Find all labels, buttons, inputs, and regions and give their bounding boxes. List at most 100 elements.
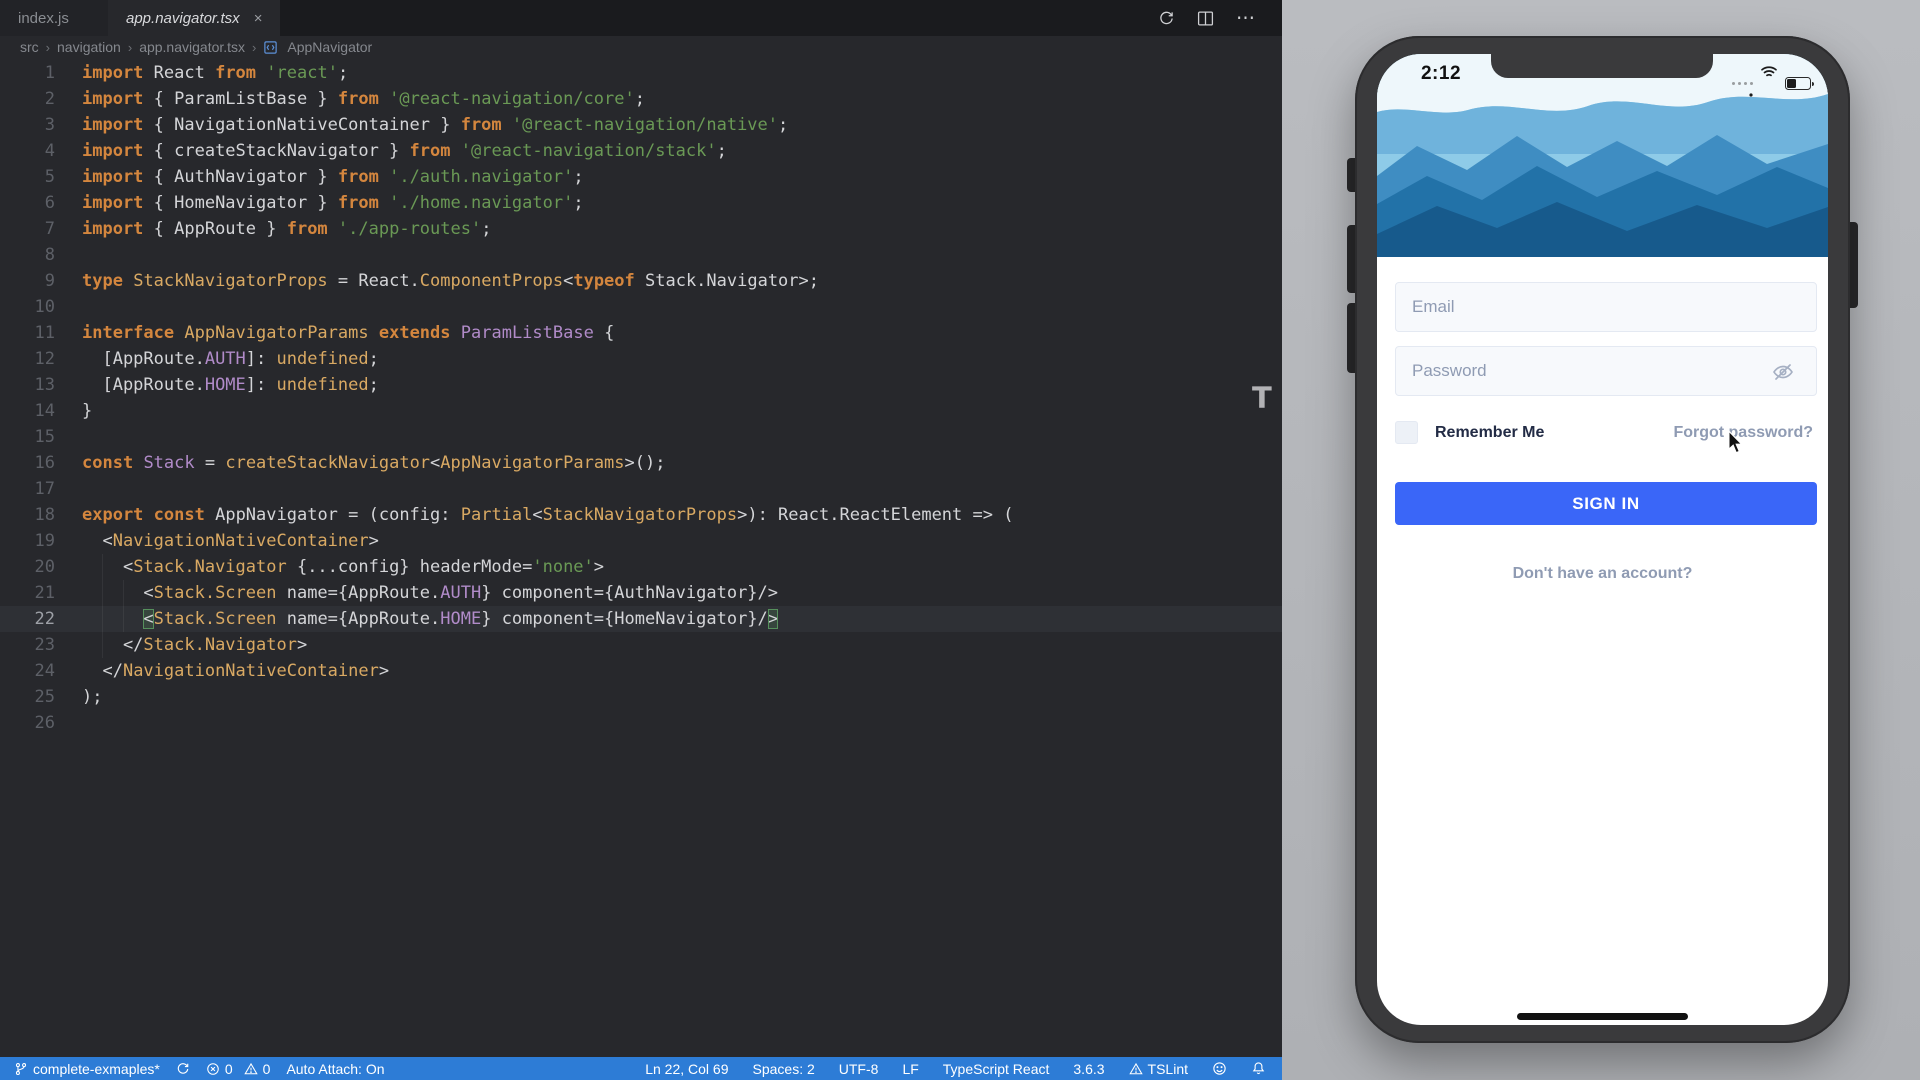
tab-app-navigator-tsx[interactable]: app.navigator.tsx × <box>108 0 280 36</box>
ts-version-status[interactable]: 3.6.3 <box>1073 1061 1104 1077</box>
remember-me-checkbox[interactable] <box>1395 421 1418 444</box>
overlay-character: T <box>1252 381 1272 415</box>
phone-power-button <box>1849 222 1858 308</box>
code-area[interactable]: 1import React from 'react';2import { Par… <box>0 60 1282 736</box>
sync-icon[interactable] <box>1158 10 1175 27</box>
no-account-link[interactable]: Don't have an account? <box>1377 565 1828 583</box>
code-line: 11interface AppNavigatorParams extends P… <box>0 320 1282 346</box>
tab-label: index.js <box>18 10 69 27</box>
code-line: 22 <Stack.Screen name={AppRoute.HOME} co… <box>0 606 1282 632</box>
line-number: 6 <box>0 190 55 216</box>
remember-me-label: Remember Me <box>1435 424 1544 442</box>
error-icon <box>206 1062 220 1076</box>
ios-clock: 2:12 <box>1411 63 1471 85</box>
code-line: 14} <box>0 398 1282 424</box>
code-line: 24 </NavigationNativeContainer> <box>0 658 1282 684</box>
breadcrumb-item-file[interactable]: app.navigator.tsx <box>139 39 245 55</box>
code-line: 6import { HomeNavigator } from './home.n… <box>0 190 1282 216</box>
line-number: 14 <box>0 398 55 424</box>
sync-status[interactable] <box>176 1062 190 1076</box>
line-number: 10 <box>0 294 55 320</box>
code-line: 7import { AppRoute } from './app-routes'… <box>0 216 1282 242</box>
code-line: 26 <box>0 710 1282 736</box>
code-line: 5import { AuthNavigator } from './auth.n… <box>0 164 1282 190</box>
phone-screen: 2:12 Remember Me Forgot password? SIGN I… <box>1377 54 1828 1025</box>
feedback-smiley-icon[interactable] <box>1212 1061 1227 1076</box>
editor-actions: ⋯ <box>1158 0 1282 36</box>
git-branch-status[interactable]: complete-exmaples* <box>14 1061 160 1077</box>
line-number: 3 <box>0 112 55 138</box>
warning-icon <box>244 1062 258 1076</box>
code-line: 23 </Stack.Navigator> <box>0 632 1282 658</box>
line-number: 22 <box>0 606 55 632</box>
code-line: 3import { NavigationNativeContainer } fr… <box>0 112 1282 138</box>
code-line: 2import { ParamListBase } from '@react-n… <box>0 86 1282 112</box>
password-field[interactable] <box>1395 346 1817 396</box>
close-icon[interactable]: × <box>254 10 263 27</box>
line-number: 2 <box>0 86 55 112</box>
code-line: 9type StackNavigatorProps = React.Compon… <box>0 268 1282 294</box>
chevron-right-icon: › <box>46 40 50 55</box>
git-branch-icon <box>14 1062 28 1076</box>
eol-status[interactable]: LF <box>902 1061 918 1077</box>
code-line: 4import { createStackNavigator } from '@… <box>0 138 1282 164</box>
tab-index-js[interactable]: index.js <box>0 0 108 36</box>
sync-icon <box>176 1062 190 1076</box>
tslint-status[interactable]: TSLint <box>1129 1061 1188 1077</box>
line-number: 9 <box>0 268 55 294</box>
notifications-bell-icon[interactable] <box>1251 1061 1266 1076</box>
indentation-status[interactable]: Spaces: 2 <box>753 1061 815 1077</box>
code-editor[interactable]: index.js app.navigator.tsx × ⋯ src › nav… <box>0 0 1282 1080</box>
split-editor-icon[interactable] <box>1197 10 1214 27</box>
line-number: 13 <box>0 372 55 398</box>
more-actions-icon[interactable]: ⋯ <box>1236 10 1256 27</box>
cursor-position-status[interactable]: Ln 22, Col 69 <box>645 1061 728 1077</box>
line-number: 17 <box>0 476 55 502</box>
language-mode-status[interactable]: TypeScript React <box>943 1061 1050 1077</box>
remember-row: Remember Me Forgot password? <box>1395 418 1817 447</box>
code-line: 1import React from 'react'; <box>0 60 1282 86</box>
warning-icon <box>1129 1062 1143 1076</box>
tab-label: app.navigator.tsx <box>126 10 240 27</box>
phone-notch <box>1491 54 1713 78</box>
breadcrumb-item-symbol[interactable]: AppNavigator <box>287 39 372 55</box>
breadcrumb-item-src[interactable]: src <box>20 39 39 55</box>
code-line: 25); <box>0 684 1282 710</box>
line-number: 8 <box>0 242 55 268</box>
editor-tab-bar: index.js app.navigator.tsx × ⋯ <box>0 0 1282 36</box>
line-number: 26 <box>0 710 55 736</box>
problems-status[interactable]: 0 0 <box>206 1061 271 1077</box>
wifi-icon <box>1760 65 1778 102</box>
line-number: 4 <box>0 138 55 164</box>
encoding-status[interactable]: UTF-8 <box>839 1061 879 1077</box>
line-number: 15 <box>0 424 55 450</box>
cellular-signal-icon <box>1732 82 1753 85</box>
code-line: 16const Stack = createStackNavigator<App… <box>0 450 1282 476</box>
line-number: 5 <box>0 164 55 190</box>
forgot-password-link[interactable]: Forgot password? <box>1673 424 1813 442</box>
home-indicator[interactable] <box>1517 1013 1688 1020</box>
code-line: 21 <Stack.Screen name={AppRoute.AUTH} co… <box>0 580 1282 606</box>
code-line: 8 <box>0 242 1282 268</box>
code-line: 17 <box>0 476 1282 502</box>
code-line: 13 [AppRoute.HOME]: undefined; <box>0 372 1282 398</box>
sign-in-button[interactable]: SIGN IN <box>1395 482 1817 525</box>
line-number: 20 <box>0 554 55 580</box>
line-number: 16 <box>0 450 55 476</box>
chevron-right-icon: › <box>252 40 256 55</box>
status-bar: complete-exmaples* 0 0 <box>0 1057 1282 1080</box>
email-field[interactable] <box>1395 282 1817 332</box>
breadcrumb: src › navigation › app.navigator.tsx › A… <box>0 36 1282 58</box>
code-line: 15 <box>0 424 1282 450</box>
line-number: 19 <box>0 528 55 554</box>
eye-off-icon[interactable] <box>1771 360 1795 384</box>
line-number: 25 <box>0 684 55 710</box>
line-number: 21 <box>0 580 55 606</box>
line-number: 23 <box>0 632 55 658</box>
symbol-icon <box>263 40 278 55</box>
auto-attach-status[interactable]: Auto Attach: On <box>286 1061 384 1077</box>
breadcrumb-item-navigation[interactable]: navigation <box>57 39 121 55</box>
code-line: 20 <Stack.Navigator {...config} headerMo… <box>0 554 1282 580</box>
code-line: 12 [AppRoute.AUTH]: undefined; <box>0 346 1282 372</box>
line-number: 1 <box>0 60 55 86</box>
